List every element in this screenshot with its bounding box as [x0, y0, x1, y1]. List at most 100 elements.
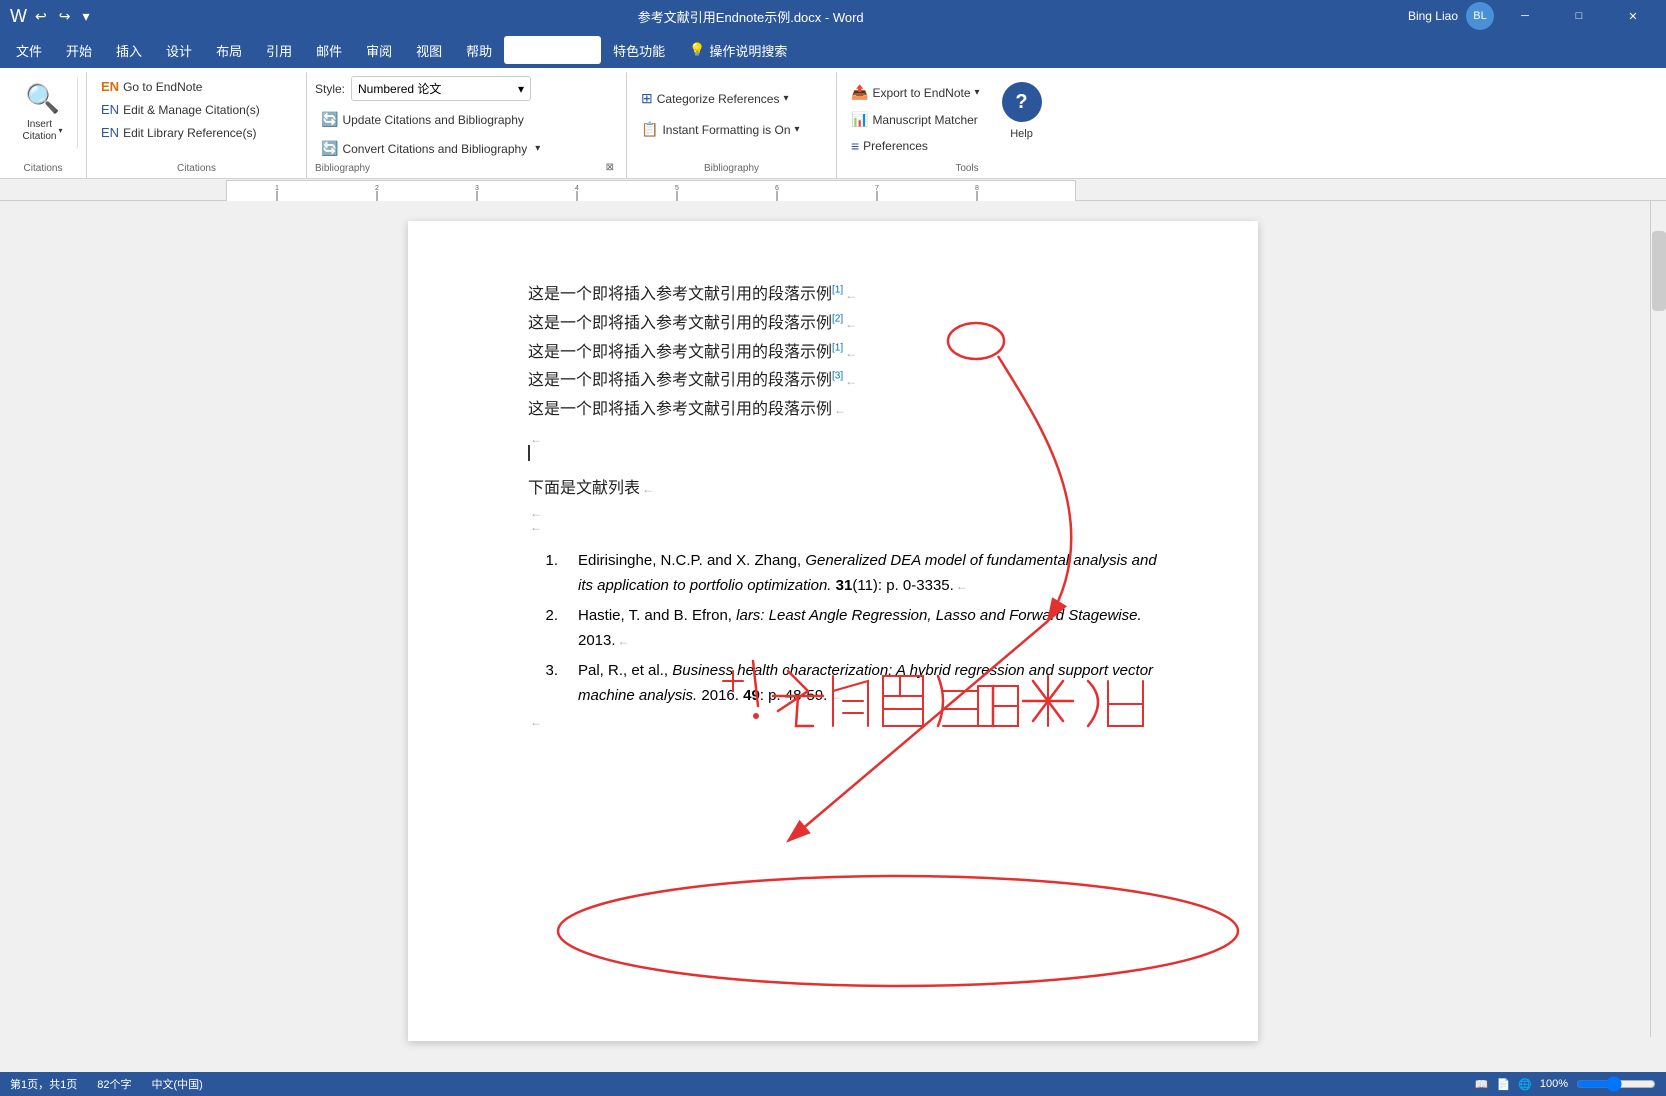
export-label: Export to EndNote	[872, 86, 970, 100]
citations-group-label: Citations	[8, 161, 78, 178]
insert-citation-button[interactable]: 🔍 InsertCitation ▾	[8, 76, 78, 149]
cursor-line[interactable]	[528, 439, 1158, 467]
update-citations-icon: 🔄	[321, 111, 338, 128]
zoom-slider[interactable]	[1576, 1078, 1656, 1090]
bibliography-section: 1. Edirisinghe, N.C.P. and X. Zhang, Gen…	[528, 548, 1158, 709]
manuscript-matcher-button[interactable]: 📊 Manuscript Matcher	[845, 107, 986, 132]
quick-access-toolbar: W ↩ ↪ ▾	[10, 6, 94, 27]
menu-item-view[interactable]: 视图	[404, 36, 454, 64]
help-button[interactable]: ? Help	[994, 76, 1050, 146]
ribbon-group-citations-btns: EN Go to EndNote EN Edit & Manage Citati…	[87, 72, 307, 178]
categorize-label: Categorize References	[657, 92, 780, 106]
ribbon-group-tools: 📤 Export to EndNote ▾ 📊 Manuscript Match…	[837, 72, 1097, 178]
svg-text:8: 8	[975, 185, 979, 192]
edit-manage-citations-button[interactable]: EN Edit & Manage Citation(s)	[95, 99, 266, 120]
instant-formatting-arrow: ▾	[795, 124, 800, 135]
bib-entry-2: 2. Hastie, T. and B. Efron, lars: Least …	[528, 603, 1158, 654]
view-print-icon[interactable]: 📄	[1496, 1078, 1510, 1091]
ribbon-bib2-content: ⊞ Categorize References ▾ 📋 Instant Form…	[635, 76, 806, 161]
instant-formatting-button[interactable]: 📋 Instant Formatting is On ▾	[635, 115, 806, 144]
maximize-button[interactable]: □	[1556, 0, 1602, 32]
ruler: 1 2 3 4 5 6 7 8	[0, 179, 1666, 201]
user-avatar[interactable]: BL	[1466, 2, 1494, 30]
bib-num-1: 1.	[528, 548, 558, 599]
convert-citations-label: Convert Citations and Bibliography	[342, 142, 527, 156]
customize-qa-button[interactable]: ▾	[78, 6, 93, 27]
line1-marker: ←	[845, 288, 857, 302]
minimize-button[interactable]: ─	[1502, 0, 1548, 32]
citations-buttons-col: EN Go to EndNote EN Edit & Manage Citati…	[95, 76, 266, 143]
menu-item-search[interactable]: 💡 操作说明搜索	[677, 36, 799, 64]
svg-text:6: 6	[775, 185, 779, 192]
bib-num-3: 3.	[528, 658, 558, 709]
menu-item-file[interactable]: 文件	[4, 36, 54, 64]
tools-col: 📤 Export to EndNote ▾ 📊 Manuscript Match…	[845, 76, 1050, 158]
menu-item-endnote[interactable]: EndNote X9	[504, 36, 601, 64]
bib-text-1: Edirisinghe, N.C.P. and X. Zhang, Genera…	[578, 548, 1158, 599]
ribbon-group-citations-content: 🔍 InsertCitation ▾	[8, 76, 78, 161]
vertical-scrollbar[interactable]	[1650, 201, 1666, 1037]
svg-text:3: 3	[475, 185, 479, 192]
doc-line-below: 下面是文献列表←	[528, 475, 1158, 504]
style-dropdown[interactable]: Numbered 论文 ▾	[351, 76, 531, 101]
page-info: 第1页，共1页	[10, 1076, 77, 1092]
menu-item-design[interactable]: 设计	[154, 36, 204, 64]
bib-text-2: Hastie, T. and B. Efron, lars: Least Ang…	[578, 603, 1158, 654]
line1-ref: [1]	[832, 285, 843, 296]
style-dropdown-arrow: ▾	[518, 82, 524, 96]
bibliography-col: Style: Numbered 论文 ▾ 🔄 Update Citations …	[315, 76, 546, 161]
preferences-button[interactable]: ≡ Preferences	[845, 134, 986, 158]
menu-item-layout[interactable]: 布局	[204, 36, 254, 64]
menu-item-references[interactable]: 引用	[254, 36, 304, 64]
update-citations-button[interactable]: 🔄 Update Citations and Bibliography	[315, 107, 546, 132]
categorize-references-button[interactable]: ⊞ Categorize References ▾	[635, 84, 806, 113]
manuscript-label: Manuscript Matcher	[872, 113, 977, 127]
insert-citation-dropdown-arrow[interactable]: ▾	[58, 126, 62, 136]
title-bar: W ↩ ↪ ▾ 参考文献引用Endnote示例.docx - Word Bing…	[0, 0, 1666, 32]
title-bar-title: 参考文献引用Endnote示例.docx - Word	[94, 7, 1408, 26]
export-arrow: ▾	[975, 87, 980, 98]
undo-button[interactable]: ↩	[31, 6, 51, 27]
line4-ref: [3]	[832, 371, 843, 382]
style-row: Style: Numbered 论文 ▾	[315, 76, 546, 101]
line1-text: 这是一个即将插入参考文献引用的段落示例	[528, 286, 832, 303]
word-icon: W	[10, 6, 27, 27]
export-to-endnote-button[interactable]: 📤 Export to EndNote ▾	[845, 80, 986, 105]
instant-formatting-icon: 📋	[641, 121, 658, 138]
status-bar: 第1页，共1页 82个字 中文(中国) 📖 📄 🌐 100%	[0, 1072, 1666, 1096]
bibliography-expand-icon[interactable]: ⊠	[606, 162, 614, 173]
below-section-text: 下面是文献列表	[528, 480, 640, 497]
export-icon: 📤	[851, 84, 868, 101]
categorize-arrow: ▾	[783, 93, 788, 104]
title-bar-left: W ↩ ↪ ▾	[10, 6, 94, 27]
menu-item-special[interactable]: 特色功能	[601, 36, 677, 64]
view-web-icon[interactable]: 🌐	[1518, 1078, 1532, 1091]
document-title: 参考文献引用Endnote示例.docx - Word	[638, 10, 864, 25]
doc-line-3: 这是一个即将插入参考文献引用的段落示例[1]←	[528, 339, 1158, 368]
menu-item-review[interactable]: 审阅	[354, 36, 404, 64]
close-button[interactable]: ✕	[1610, 0, 1656, 32]
convert-citations-arrow: ▾	[535, 143, 540, 154]
svg-text:1: 1	[275, 185, 279, 192]
ruler-inner: 1 2 3 4 5 6 7 8	[226, 180, 1076, 200]
ribbon-bibliography-content: Style: Numbered 论文 ▾ 🔄 Update Citations …	[315, 76, 546, 161]
preferences-icon: ≡	[851, 138, 859, 154]
below-section-marker: ←	[642, 482, 654, 496]
scrollbar-thumb[interactable]	[1652, 231, 1666, 311]
svg-text:7: 7	[875, 185, 879, 192]
convert-citations-button[interactable]: 🔄 Convert Citations and Bibliography ▾	[315, 136, 546, 161]
menu-item-insert[interactable]: 插入	[104, 36, 154, 64]
menu-item-help[interactable]: 帮助	[454, 36, 504, 64]
svg-text:4: 4	[575, 185, 579, 192]
menu-item-home[interactable]: 开始	[54, 36, 104, 64]
view-read-icon[interactable]: 📖	[1475, 1078, 1489, 1091]
redo-button[interactable]: ↪	[55, 6, 75, 27]
status-right: 📖 📄 🌐 100%	[1475, 1078, 1656, 1091]
menu-item-mailings[interactable]: 邮件	[304, 36, 354, 64]
preferences-label: Preferences	[863, 139, 928, 153]
bib2-col: ⊞ Categorize References ▾ 📋 Instant Form…	[635, 76, 806, 144]
ribbon-citations-content: EN Go to EndNote EN Edit & Manage Citati…	[95, 76, 266, 161]
go-to-endnote-button[interactable]: EN Go to EndNote	[95, 76, 266, 97]
empty-line-4: ←	[528, 713, 1158, 727]
edit-library-reference-button[interactable]: EN Edit Library Reference(s)	[95, 122, 266, 143]
